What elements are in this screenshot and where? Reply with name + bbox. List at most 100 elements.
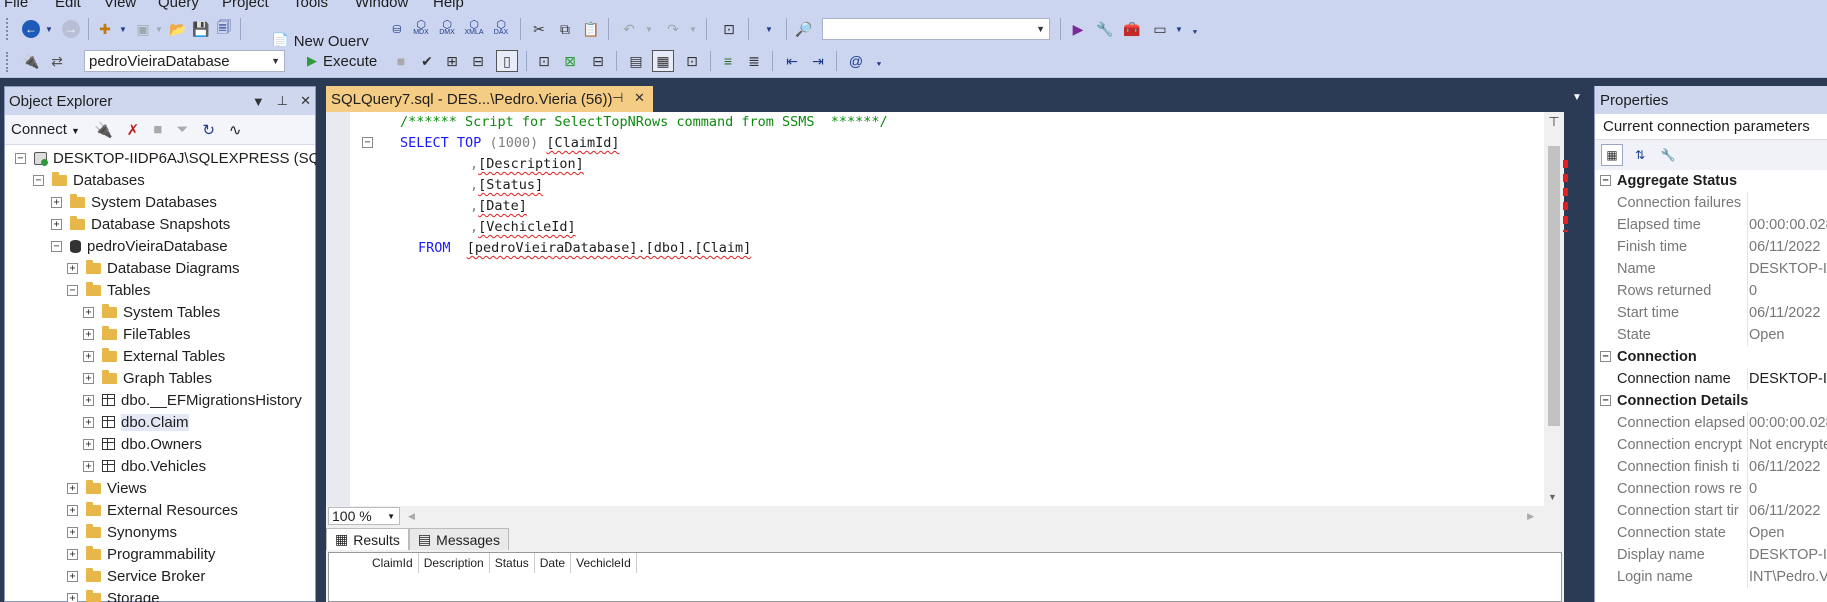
tree-node[interactable]: + System Tables (83, 301, 220, 323)
redo-dropdown-icon[interactable]: ▼ (688, 20, 698, 38)
open-file-icon[interactable]: 📂 (168, 20, 188, 38)
pin-icon[interactable]: ⊥ (277, 93, 288, 109)
property-category[interactable]: − Connection (1595, 346, 1827, 368)
categorized-icon[interactable]: ▦ (1601, 144, 1623, 166)
sqlcmd-mode-icon[interactable]: ⊟ (588, 52, 608, 70)
dax-query-icon[interactable]: ⬡ DAX (490, 18, 512, 40)
left-splitter[interactable] (316, 78, 326, 602)
tab-messages[interactable]: ▤ Messages (408, 528, 509, 550)
cancel-query-icon[interactable]: ■ (394, 52, 408, 70)
expand-icon[interactable]: + (83, 438, 94, 450)
property-row[interactable]: Connection name DESKTOP-IID (1595, 368, 1827, 390)
properties-wrench-icon[interactable]: 🔧 (1096, 20, 1114, 38)
tree-node[interactable]: − Tables (67, 279, 150, 301)
tree-node[interactable]: + Database Diagrams (67, 257, 240, 279)
activity-monitor-icon[interactable]: ⊡ (718, 20, 740, 38)
expand-icon[interactable]: + (83, 350, 94, 362)
expand-icon[interactable]: + (83, 416, 94, 428)
property-row[interactable]: Connection finish ti 06/11/2022 (1595, 456, 1827, 478)
property-row[interactable]: Connection state Open (1595, 522, 1827, 544)
property-row[interactable]: Rows returned 0 (1595, 280, 1827, 302)
toolbar-grip[interactable] (6, 18, 9, 40)
activity-monitor-icon[interactable]: ∿ (229, 121, 242, 139)
tree-node[interactable]: + dbo.__EFMigrationsHistory (83, 389, 302, 411)
collapse-icon[interactable]: − (67, 284, 78, 296)
dmx-query-icon[interactable]: ⬡ DMX (436, 18, 458, 40)
expand-icon[interactable]: + (67, 570, 78, 582)
forward-icon[interactable]: → (62, 20, 80, 38)
results-to-grid-icon[interactable]: ▦ (652, 50, 674, 72)
stop-icon[interactable]: ■ (153, 121, 162, 138)
execute-button[interactable]: ▶ Execute (307, 50, 377, 72)
tree-node[interactable]: + Graph Tables (83, 367, 212, 389)
expand-icon[interactable]: + (67, 504, 78, 516)
property-row[interactable]: Connection elapsed 00:00:00.028 (1595, 412, 1827, 434)
expand-icon[interactable]: + (83, 394, 94, 406)
column-header[interactable]: Status (489, 553, 535, 573)
expand-icon[interactable]: + (83, 372, 94, 384)
column-header[interactable]: Description (418, 553, 490, 573)
collapse-icon[interactable]: − (15, 152, 26, 164)
tree-node[interactable]: + FileTables (83, 323, 191, 345)
close-tab-icon[interactable]: ✕ (634, 90, 645, 106)
document-list-dropdown-icon[interactable]: ▼ (1572, 92, 1582, 103)
menu-help[interactable]: Help (433, 0, 464, 11)
display-plan-icon[interactable]: ⊞ (442, 52, 462, 70)
menu-edit[interactable]: Edit (55, 0, 81, 11)
new-project-dropdown-icon[interactable]: ▼ (118, 20, 128, 38)
new-project-icon[interactable]: ✚ (96, 20, 114, 38)
decrease-indent-icon[interactable]: ⇤ (782, 52, 802, 70)
tree-node[interactable]: + dbo.Claim (83, 411, 189, 433)
property-row[interactable]: Connection rows re 0 (1595, 478, 1827, 500)
column-header[interactable]: VechicleId (571, 553, 637, 573)
property-row[interactable]: Finish time 06/11/2022 (1595, 236, 1827, 258)
split-editor-icon[interactable]: ⊤ (1546, 114, 1562, 130)
tab-results[interactable]: ▦ Results (326, 528, 409, 550)
mdx-query-icon[interactable]: ⬡ MDX (410, 18, 432, 40)
expand-icon[interactable]: + (67, 548, 78, 560)
increase-indent-icon[interactable]: ⇥ (808, 52, 828, 70)
connect-dropdown-button[interactable]: Connect ▼ (11, 121, 80, 138)
property-row[interactable]: Connection encrypt Not encrypte (1595, 434, 1827, 456)
scroll-left-icon[interactable]: ◀ (408, 511, 415, 522)
scrollbar-thumb[interactable] (1548, 146, 1560, 426)
tree-node[interactable]: + System Databases (51, 191, 217, 213)
comment-lines-icon[interactable]: ≡ (718, 52, 738, 70)
tab-sqlquery7[interactable]: SQLQuery7.sql - DES...\Pedro.Vieria (56)… (326, 86, 653, 112)
solution-config-dropdown-icon[interactable]: ▼ (760, 20, 778, 38)
disconnect-icon[interactable]: ✗ (127, 121, 140, 139)
filter-icon[interactable]: ⏷ (176, 121, 188, 138)
menu-view[interactable]: View (104, 0, 136, 11)
tree-node[interactable]: + External Resources (67, 499, 238, 521)
property-category[interactable]: − Connection Details (1595, 390, 1827, 412)
menu-tools[interactable]: Tools (293, 0, 328, 11)
panel-menu-icon[interactable]: ▼ (252, 94, 265, 109)
scroll-right-icon[interactable]: ▶ (1527, 511, 1534, 522)
property-category[interactable]: − Aggregate Status (1595, 170, 1827, 192)
property-row[interactable]: Name DESKTOP-IID (1595, 258, 1827, 280)
paste-icon[interactable]: 📋 (582, 20, 600, 38)
connect-icon[interactable]: 🔌 (22, 52, 40, 70)
save-all-icon[interactable]: 🗐 (214, 19, 234, 38)
menu-file[interactable]: File (4, 0, 28, 11)
visual-studio-icon[interactable]: ▶ (1068, 20, 1088, 38)
expand-icon[interactable]: + (67, 526, 78, 538)
database-engine-query-icon[interactable]: ⛁ (388, 20, 406, 38)
close-icon[interactable]: ✕ (300, 93, 311, 109)
cut-icon[interactable]: ✂ (530, 20, 548, 38)
expand-icon[interactable]: + (67, 482, 78, 494)
tree-node[interactable]: + Storage (67, 587, 160, 602)
toolbar-overflow-icon[interactable]: ⯆ (872, 56, 886, 74)
expand-icon[interactable]: + (83, 306, 94, 318)
collapse-region-icon[interactable]: − (362, 137, 373, 148)
property-row[interactable]: Display name DESKTOP-IID (1595, 544, 1827, 566)
collapse-icon[interactable]: − (51, 240, 62, 252)
collapse-icon[interactable]: − (1600, 175, 1611, 186)
copy-icon[interactable]: ⧉ (556, 20, 574, 38)
find-combo[interactable]: ▼ (822, 18, 1050, 40)
column-header[interactable]: ClaimId (367, 553, 419, 573)
tree-node[interactable]: + dbo.Vehicles (83, 455, 206, 477)
back-icon[interactable]: ← (22, 20, 40, 38)
expand-icon[interactable]: + (83, 328, 94, 340)
property-row[interactable]: Login name INT\Pedro.V (1595, 566, 1827, 588)
